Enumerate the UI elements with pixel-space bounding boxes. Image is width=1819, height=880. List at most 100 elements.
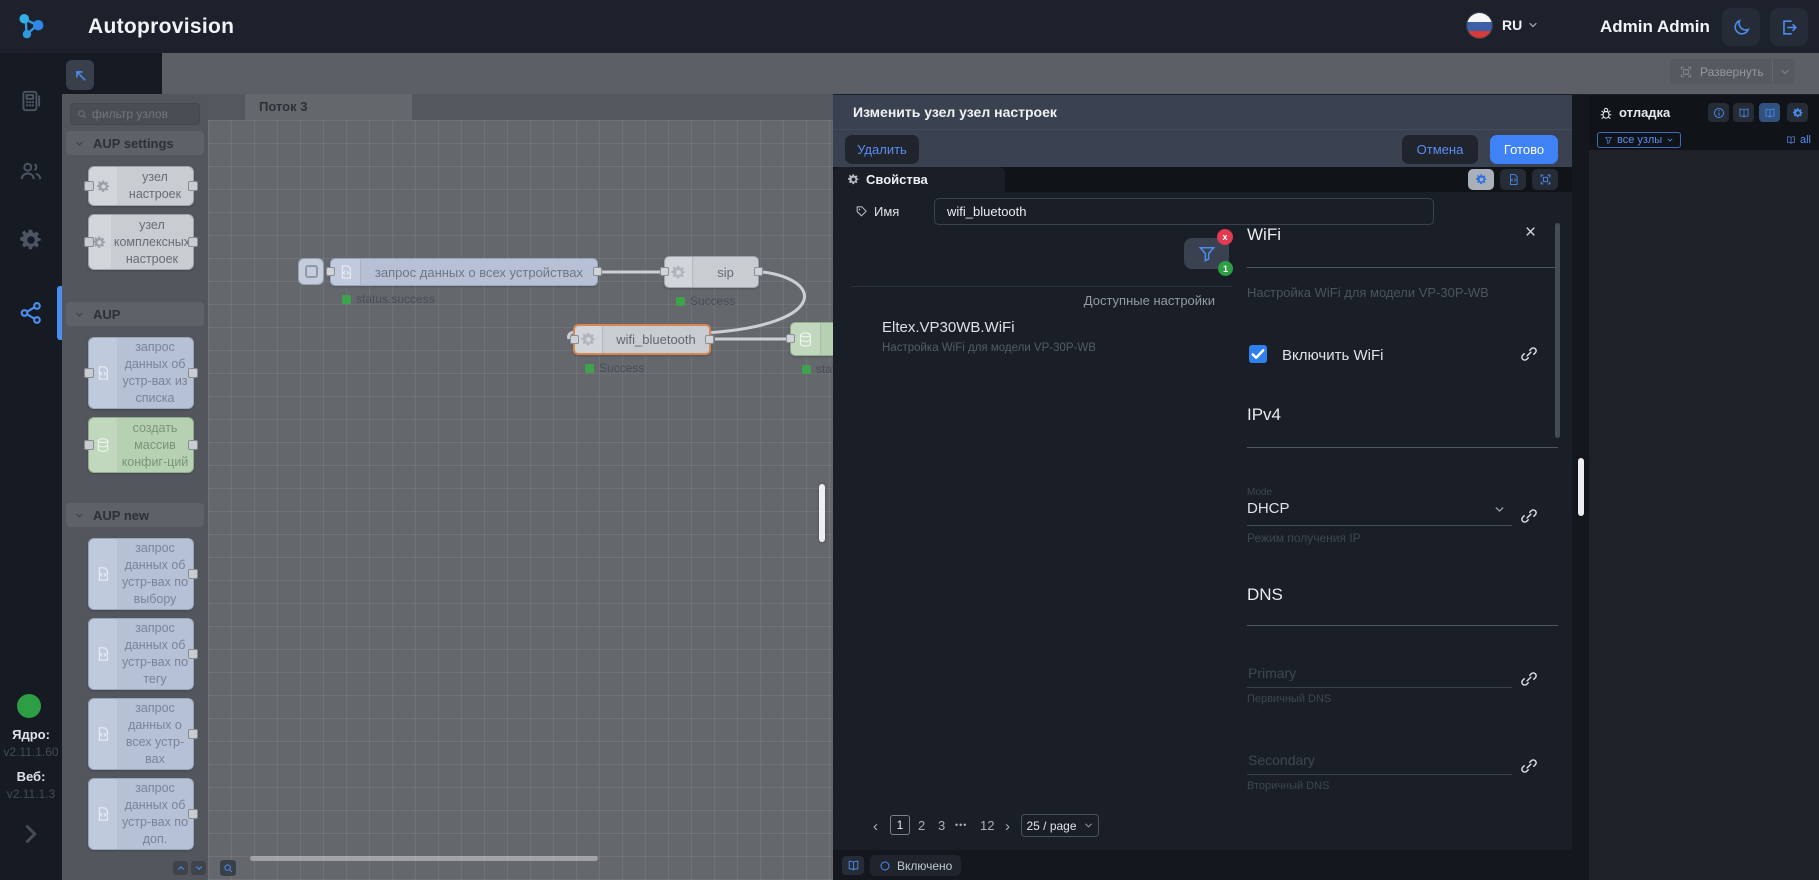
bug-icon — [1599, 106, 1613, 120]
palette-node-request-by-extra[interactable]: запрос данных об устр-вах по доп. — [88, 778, 194, 850]
input-port[interactable] — [660, 267, 669, 276]
palette-scroll-down-button[interactable] — [191, 861, 206, 875]
primary-dns-input[interactable]: Primary — [1248, 665, 1508, 681]
page-ellipsis[interactable]: ••• — [955, 820, 967, 830]
link-icon[interactable] — [1520, 345, 1538, 363]
nav-flows[interactable] — [0, 286, 62, 340]
tab-properties[interactable]: Свойства — [833, 167, 1005, 192]
page-prev-button[interactable]: ‹ — [873, 818, 878, 835]
node-request-all-devices[interactable]: запрос данных о всех устройствах — [330, 258, 598, 286]
enable-wifi-checkbox[interactable] — [1249, 345, 1267, 363]
debug-messages-area[interactable] — [1589, 150, 1819, 880]
debug-nodes-filter[interactable]: все узлы — [1597, 132, 1681, 148]
palette-node-request-by-tag[interactable]: запрос данных об устр-вах по тегу — [88, 618, 194, 690]
node-sip[interactable]: sip — [664, 256, 759, 288]
dns-heading: DNS — [1247, 585, 1283, 605]
settings-list-item[interactable]: Eltex.VP30WB.WiFi Настройка WiFi для мод… — [882, 319, 1222, 354]
expand-dropdown[interactable]: Развернуть — [1670, 59, 1795, 84]
enabled-status-toggle[interactable]: Включено — [870, 855, 961, 876]
node-status: status.success — [342, 292, 435, 306]
panel-splitter[interactable] — [1572, 95, 1589, 880]
mode-select[interactable]: DHCP — [1247, 500, 1512, 517]
node-create-config-array[interactable] — [790, 322, 833, 356]
palette-scroll-up-button[interactable] — [173, 861, 188, 875]
input-port[interactable] — [786, 334, 795, 343]
description-view-button[interactable] — [1500, 169, 1526, 190]
info-icon-button[interactable] — [1708, 103, 1729, 122]
splitter-handle[interactable] — [1578, 458, 1584, 516]
inject-button-node[interactable] — [298, 258, 324, 285]
page-2-button[interactable]: 2 — [918, 818, 925, 833]
palette-node-request-by-choice[interactable]: запрос данных об устр-вах по выбору — [88, 538, 194, 610]
palette-node-create-config-array[interactable]: создать массив конфиг-ций — [88, 417, 194, 473]
page-1-button[interactable]: 1 — [890, 815, 910, 835]
output-port[interactable] — [705, 335, 714, 344]
canvas-h-scrollbar[interactable] — [250, 856, 598, 861]
debug-sidebar: отладка все узлы all — [1589, 95, 1819, 880]
link-icon[interactable] — [1520, 507, 1538, 525]
settings-filter-button[interactable]: x 1 — [1184, 238, 1229, 269]
primary-underline — [1247, 687, 1512, 688]
palette-category-aup-new[interactable]: AUP new — [66, 503, 204, 527]
rail-expand-button[interactable] — [16, 819, 46, 849]
input-port[interactable] — [570, 335, 579, 344]
funnel-icon — [1604, 136, 1613, 145]
logout-button[interactable] — [1770, 8, 1808, 46]
node-wifi-bluetooth[interactable]: wifi_bluetooth — [573, 324, 711, 355]
page-12-button[interactable]: 12 — [980, 818, 994, 833]
debug-all-button[interactable]: all — [1786, 132, 1811, 148]
output-port[interactable] — [754, 267, 763, 276]
palette-category-aup-settings[interactable]: AUP settings — [66, 131, 204, 155]
canvas-resize-handle[interactable] — [819, 484, 825, 542]
cancel-button[interactable]: Отмена — [1402, 135, 1478, 164]
appearance-view-button[interactable] — [1532, 169, 1558, 190]
palette-node-complex-settings[interactable]: узел комплексных настроек — [88, 214, 194, 270]
palette-category-aup[interactable]: AUP — [66, 302, 204, 326]
book-icon-button[interactable] — [842, 856, 864, 875]
settings-view-button[interactable] — [1468, 169, 1494, 190]
palette-filter[interactable] — [70, 103, 200, 125]
secondary-dns-input[interactable]: Secondary — [1248, 752, 1508, 768]
gear-icon-button[interactable] — [1787, 103, 1808, 122]
book-icon-button[interactable] — [1733, 103, 1754, 122]
palette-node-request-all[interactable]: запрос данных о всех устр-вах — [88, 698, 194, 770]
output-port — [188, 368, 198, 378]
palette-filter-input[interactable] — [92, 107, 192, 121]
pointer-tool-button[interactable] — [66, 60, 94, 90]
nav-settings[interactable] — [0, 213, 62, 267]
detail-title: WiFi — [1247, 225, 1281, 245]
palette-node-settings[interactable]: узел настроек — [88, 166, 194, 206]
input-port — [84, 368, 94, 378]
page-next-button[interactable]: › — [1005, 818, 1010, 835]
canvas-grid[interactable]: запрос данных о всех устройствах status.… — [208, 120, 833, 880]
status-dot — [676, 297, 685, 306]
page-size-select[interactable]: 25 / page — [1021, 814, 1099, 837]
nav-users[interactable] — [0, 144, 62, 198]
close-icon[interactable]: × — [1525, 222, 1536, 244]
detail-scrollbar[interactable] — [1555, 223, 1560, 438]
output-port[interactable] — [593, 267, 602, 276]
flow-canvas[interactable]: Поток 3 запрос данных о всех устройствах — [208, 94, 833, 880]
russian-flag-icon[interactable] — [1466, 12, 1493, 39]
input-port[interactable] — [326, 267, 335, 276]
select-caret-icon[interactable] — [1493, 503, 1506, 516]
nav-devices[interactable] — [0, 74, 62, 128]
tab-flow-3[interactable]: Поток 3 — [245, 94, 412, 120]
canvas-zoom-button[interactable] — [220, 860, 236, 876]
debug-header: отладка — [1599, 105, 1670, 120]
dialog-tabstrip: Свойства — [833, 167, 1572, 192]
done-button[interactable]: Готово — [1490, 135, 1558, 164]
link-icon[interactable] — [1520, 757, 1538, 775]
name-input[interactable] — [934, 198, 1434, 225]
language-selector[interactable]: RU — [1502, 17, 1539, 33]
page-3-button[interactable]: 3 — [938, 818, 945, 833]
inject-checkbox[interactable] — [305, 265, 318, 278]
book-icon-button-active[interactable] — [1759, 103, 1780, 122]
palette-node-request-from-list[interactable]: запрос данных об устр-вах из списка — [88, 337, 194, 409]
node-status: status.success — [802, 362, 833, 376]
user-name[interactable]: Admin Admin — [1600, 17, 1710, 37]
theme-toggle-button[interactable] — [1722, 8, 1760, 46]
app-header: Autoprovision RU Admin Admin — [0, 0, 1819, 53]
link-icon[interactable] — [1520, 670, 1538, 688]
delete-button[interactable]: Удалить — [845, 135, 919, 164]
